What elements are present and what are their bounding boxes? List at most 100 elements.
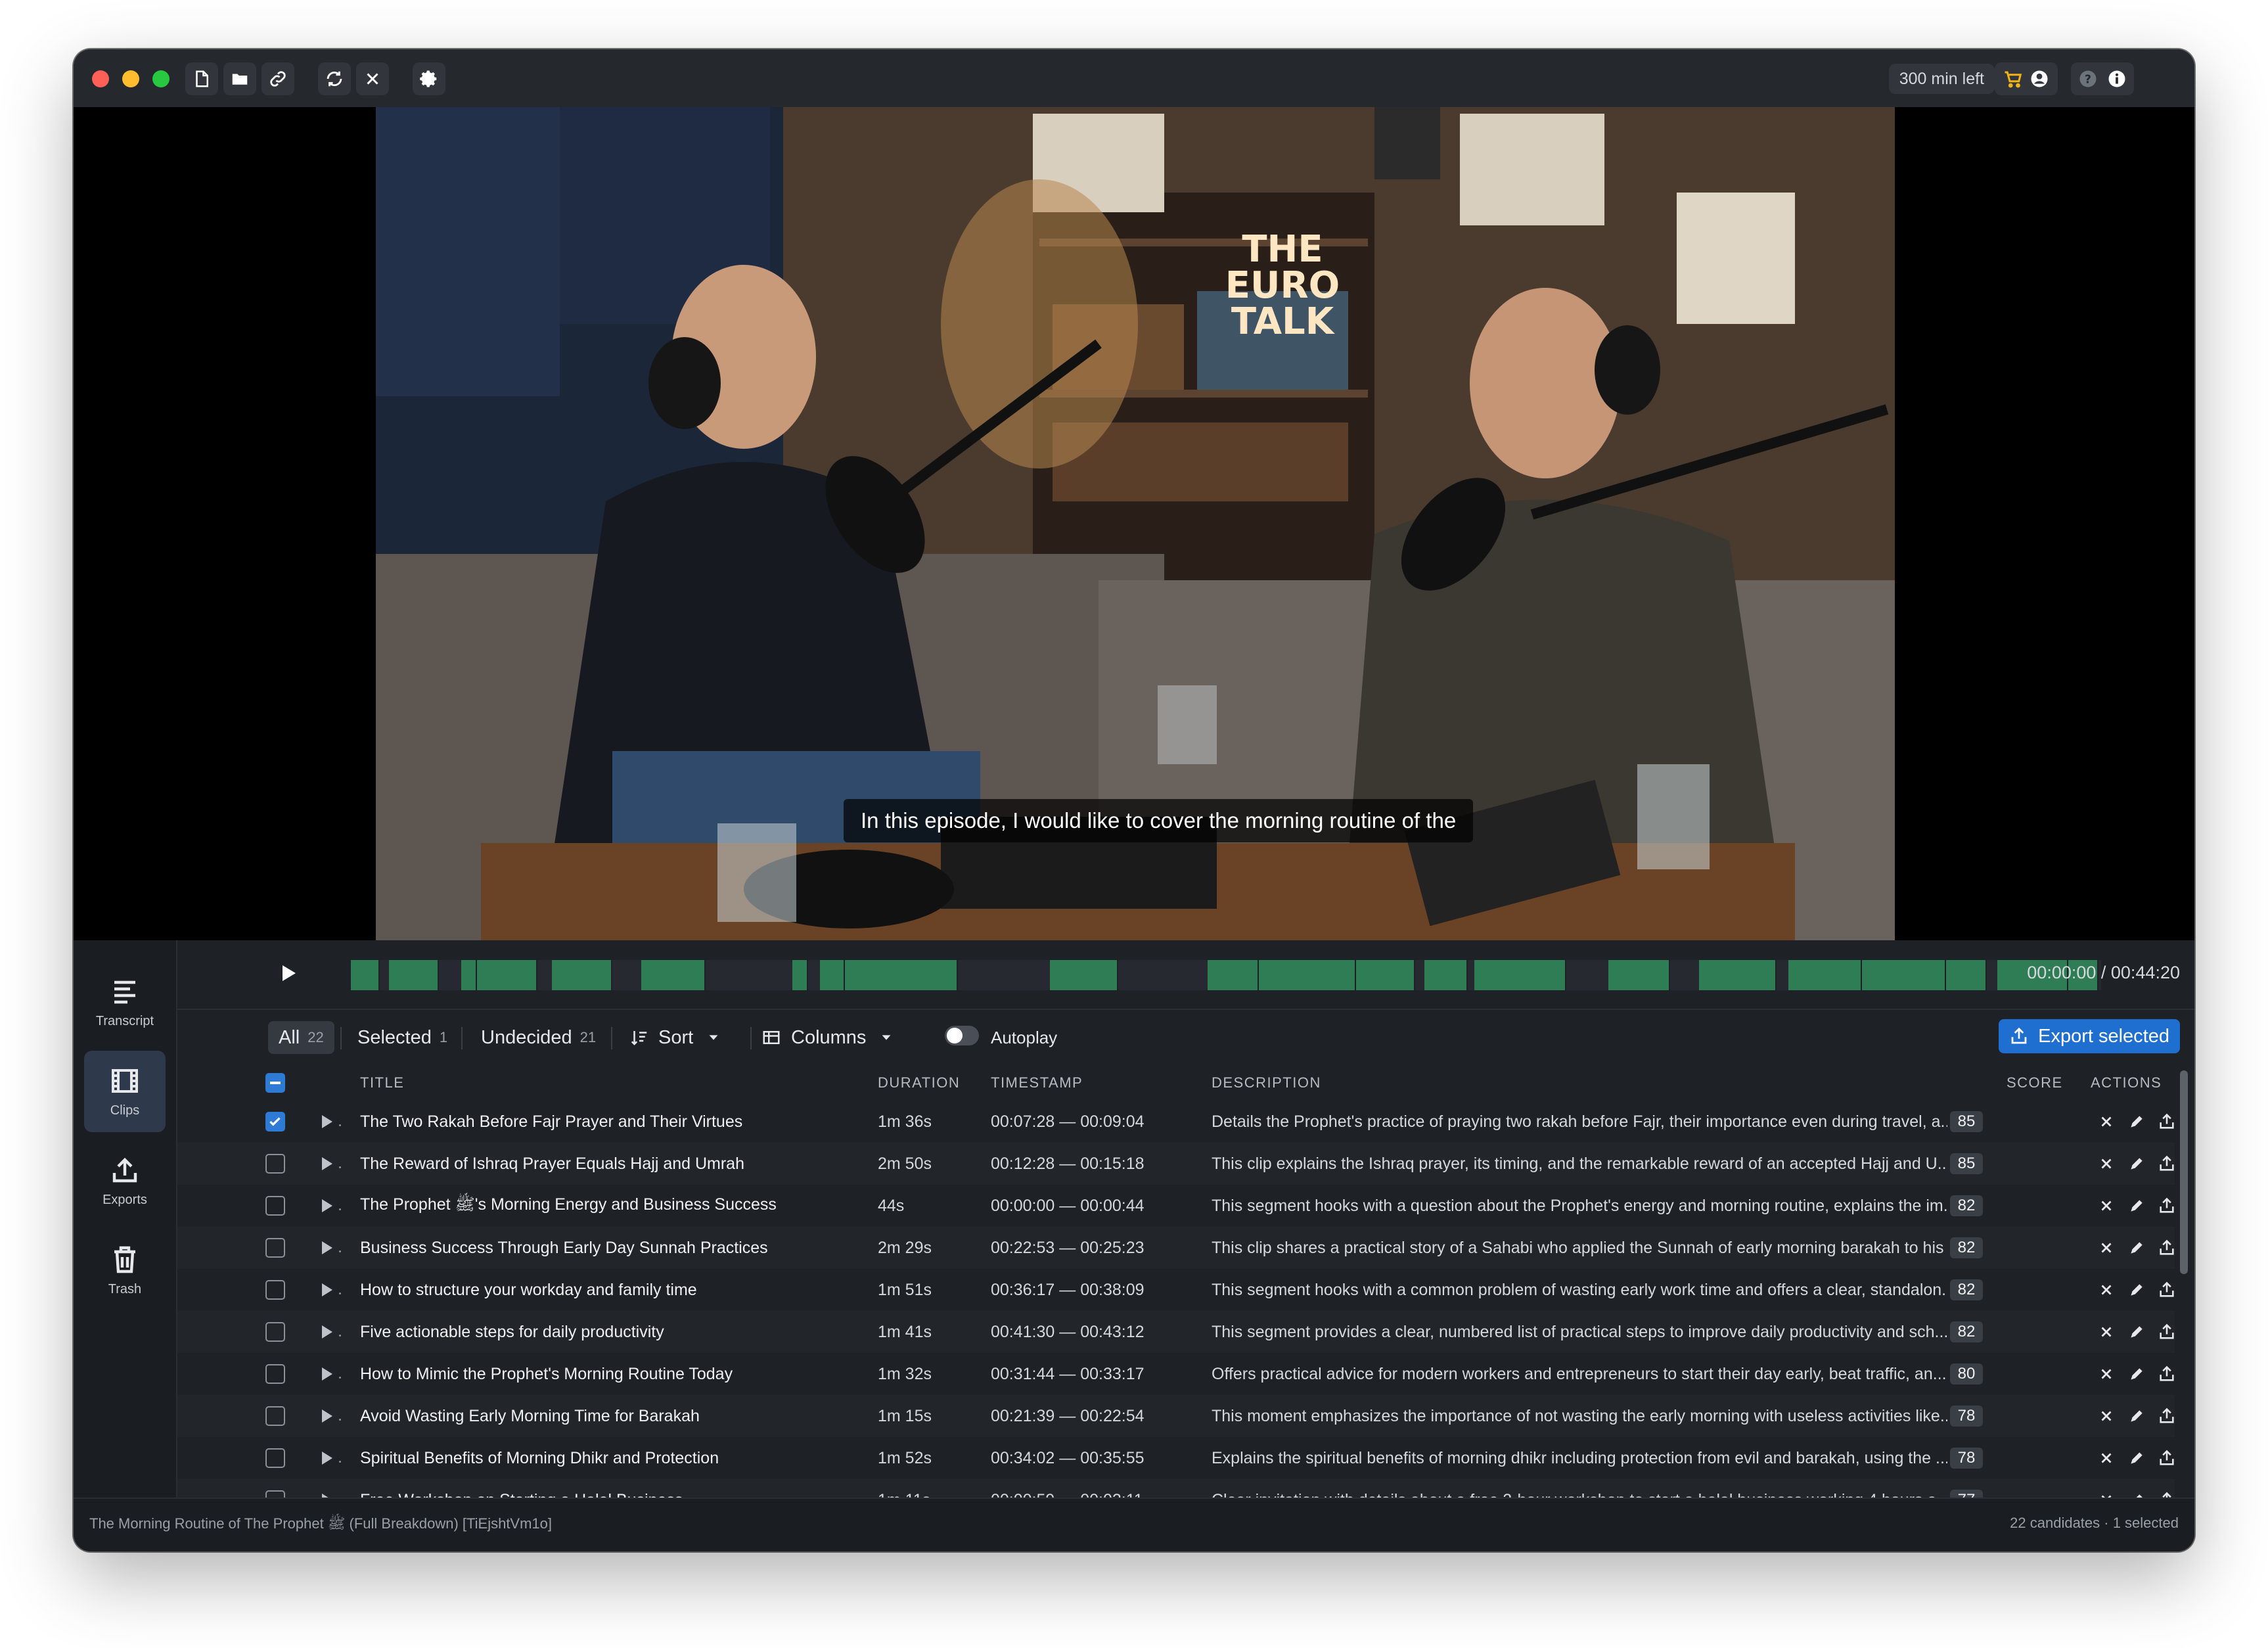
sidebar-item-exports[interactable]: Exports [84, 1140, 166, 1222]
minimize-window-button[interactable] [122, 70, 139, 87]
export-row-button[interactable] [2156, 1321, 2175, 1342]
export-row-button[interactable] [2156, 1237, 2175, 1258]
edit-button[interactable] [2126, 1237, 2147, 1258]
row-play-button[interactable] [322, 1283, 332, 1296]
export-row-button[interactable] [2156, 1406, 2175, 1427]
timeline-segment[interactable] [552, 960, 612, 990]
table-scrollbar[interactable] [2180, 1070, 2188, 1274]
sidebar-item-transcript[interactable]: Transcript [84, 961, 166, 1043]
timeline-segment[interactable] [389, 960, 439, 990]
cart-icon[interactable] [2003, 69, 2023, 89]
reject-button[interactable] [2096, 1237, 2117, 1258]
clip-timeline[interactable] [351, 960, 2101, 990]
filter-undecided[interactable]: Undecided 21 [481, 1021, 596, 1054]
row-play-button[interactable] [322, 1241, 332, 1254]
edit-button[interactable] [2126, 1153, 2147, 1174]
sidebar-item-clips[interactable]: Clips [84, 1051, 166, 1132]
col-duration[interactable]: DURATION [878, 1065, 960, 1101]
timeline-segment[interactable] [1474, 960, 1566, 990]
refresh-button[interactable] [318, 62, 351, 95]
edit-button[interactable] [2126, 1363, 2147, 1385]
link-button[interactable] [261, 62, 294, 95]
reject-button[interactable] [2096, 1195, 2117, 1216]
row-checkbox[interactable] [265, 1280, 285, 1300]
row-play-button[interactable] [322, 1367, 332, 1381]
table-row[interactable]: How to Mimic the Prophet's Morning Routi… [177, 1353, 2175, 1395]
reject-button[interactable] [2096, 1406, 2117, 1427]
timeline-segment[interactable] [1424, 960, 1468, 990]
account-icon[interactable] [2030, 69, 2049, 89]
timeline-segment[interactable] [1608, 960, 1670, 990]
table-row[interactable]: Spiritual Benefits of Morning Dhikr and … [177, 1437, 2175, 1479]
col-score[interactable]: SCORE [2007, 1065, 2063, 1101]
reject-button[interactable] [2096, 1363, 2117, 1385]
timeline-segment[interactable] [1788, 960, 1862, 990]
export-row-button[interactable] [2156, 1111, 2175, 1132]
reject-button[interactable] [2096, 1448, 2117, 1469]
col-timestamp[interactable]: TIMESTAMP [991, 1065, 1083, 1101]
row-play-button[interactable] [322, 1452, 332, 1465]
export-row-button[interactable] [2156, 1363, 2175, 1385]
row-checkbox[interactable] [265, 1322, 285, 1342]
timeline-segment[interactable] [845, 960, 958, 990]
export-row-button[interactable] [2156, 1279, 2175, 1300]
select-all-checkbox[interactable] [265, 1073, 285, 1093]
edit-button[interactable] [2126, 1406, 2147, 1427]
table-row[interactable]: Business Success Through Early Day Sunna… [177, 1227, 2175, 1269]
reject-button[interactable] [2096, 1321, 2117, 1342]
timeline-segment[interactable] [351, 960, 380, 990]
row-checkbox[interactable] [265, 1448, 285, 1468]
timeline-segment[interactable] [1862, 960, 1946, 990]
timeline-segment[interactable] [461, 960, 477, 990]
row-checkbox[interactable] [265, 1364, 285, 1384]
timeline-segment[interactable] [820, 960, 845, 990]
timeline-segment[interactable] [792, 960, 808, 990]
edit-button[interactable] [2126, 1111, 2147, 1132]
help-icon[interactable]: ? [2078, 69, 2098, 89]
timeline-segment[interactable] [641, 960, 706, 990]
edit-button[interactable] [2126, 1321, 2147, 1342]
reject-button[interactable] [2096, 1279, 2117, 1300]
table-row[interactable]: Five actionable steps for daily producti… [177, 1311, 2175, 1353]
col-description[interactable]: DESCRIPTION [1212, 1065, 1321, 1101]
close-window-button[interactable] [92, 70, 109, 87]
close-project-button[interactable] [356, 62, 389, 95]
edit-button[interactable] [2126, 1195, 2147, 1216]
open-folder-button[interactable] [223, 62, 256, 95]
row-play-button[interactable] [322, 1199, 332, 1212]
edit-button[interactable] [2126, 1279, 2147, 1300]
row-checkbox[interactable] [265, 1112, 285, 1132]
filter-selected[interactable]: Selected 1 [357, 1021, 447, 1054]
timeline-segment[interactable] [1356, 960, 1415, 990]
settings-button[interactable] [413, 62, 445, 95]
export-row-button[interactable] [2156, 1448, 2175, 1469]
reject-button[interactable] [2096, 1153, 2117, 1174]
table-row[interactable]: The Prophet ﷺ's Morning Energy and Busin… [177, 1185, 2175, 1227]
filter-all[interactable]: All 22 [268, 1021, 334, 1054]
new-file-button[interactable] [185, 62, 218, 95]
timeline-segment[interactable] [1050, 960, 1118, 990]
row-checkbox[interactable] [265, 1154, 285, 1174]
video-player[interactable]: THE EURO TALK In this episode, I would l… [74, 107, 2194, 940]
timeline-segment[interactable] [1699, 960, 1777, 990]
table-row[interactable]: Avoid Wasting Early Morning Time for Bar… [177, 1395, 2175, 1437]
table-row[interactable]: The Two Rakah Before Fajr Prayer and The… [177, 1101, 2175, 1143]
export-row-button[interactable] [2156, 1195, 2175, 1216]
sort-button[interactable]: Sort [629, 1021, 730, 1054]
sidebar-item-trash[interactable]: Trash [84, 1229, 166, 1311]
row-play-button[interactable] [322, 1409, 332, 1423]
row-checkbox[interactable] [265, 1238, 285, 1258]
export-selected-button[interactable]: Export selected [1999, 1019, 2180, 1053]
row-play-button[interactable] [322, 1325, 332, 1339]
col-title[interactable]: TITLE [360, 1065, 404, 1101]
row-play-button[interactable] [322, 1115, 332, 1128]
timeline-segment[interactable] [477, 960, 537, 990]
row-play-button[interactable] [322, 1157, 332, 1170]
timeline-segment[interactable] [1259, 960, 1356, 990]
columns-button[interactable]: Columns [761, 1021, 903, 1054]
edit-button[interactable] [2126, 1448, 2147, 1469]
zoom-window-button[interactable] [152, 70, 170, 87]
table-row[interactable]: How to structure your workday and family… [177, 1269, 2175, 1311]
autoplay-toggle[interactable] [945, 1026, 979, 1045]
play-button[interactable] [283, 965, 296, 981]
